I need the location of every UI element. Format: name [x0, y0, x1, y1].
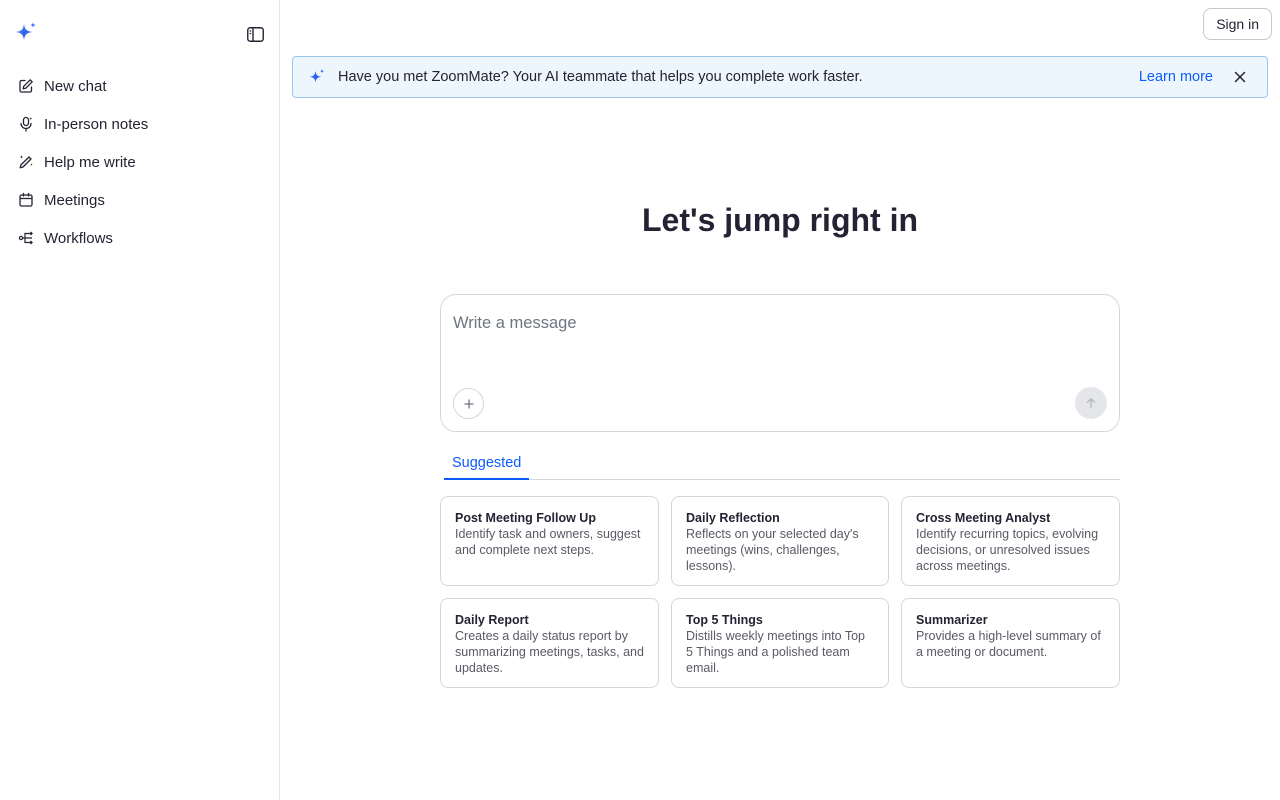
card-title: Daily Reflection — [686, 511, 780, 525]
pen-sparkle-icon — [18, 154, 34, 170]
arrow-up-icon — [1085, 397, 1097, 409]
sidebar-item-help-me-write[interactable]: Help me write — [0, 143, 279, 181]
sidebar-item-workflows[interactable]: Workflows — [0, 219, 279, 257]
sidebar-item-label: In-person notes — [44, 115, 149, 133]
sign-in-button[interactable]: Sign in — [1203, 8, 1272, 40]
suggestion-card-top-5-things[interactable]: Top 5 Things Distills weekly meetings in… — [671, 598, 889, 688]
suggestion-card-summarizer[interactable]: Summarizer Provides a high-level summary… — [901, 598, 1120, 688]
calendar-icon — [18, 192, 34, 208]
suggestion-card-cross-meeting-analyst[interactable]: Cross Meeting Analyst Identify recurring… — [901, 496, 1120, 586]
close-icon[interactable] — [1231, 68, 1249, 86]
add-attachment-button[interactable] — [453, 388, 484, 419]
learn-more-link[interactable]: Learn more — [1139, 69, 1213, 85]
sidebar: New chat In-person notes Help me write M… — [0, 0, 280, 800]
card-description: Identify recurring topics, evolving deci… — [916, 527, 1099, 573]
suggestion-cards: Post Meeting Follow Up Identify task and… — [440, 496, 1120, 688]
sidebar-item-in-person-notes[interactable]: In-person notes — [0, 105, 279, 143]
suggestion-tabs: Suggested — [444, 452, 1120, 480]
sparkle-icon — [308, 68, 326, 86]
edit-icon — [18, 78, 34, 94]
card-title: Cross Meeting Analyst — [916, 511, 1051, 525]
plus-icon — [463, 398, 474, 409]
tab-suggested[interactable]: Suggested — [444, 452, 530, 480]
sidebar-item-new-chat[interactable]: New chat — [0, 67, 279, 105]
card-description: Distills weekly meetings into Top 5 Thin… — [686, 629, 866, 675]
suggestion-card-daily-report[interactable]: Daily Report Creates a daily status repo… — [440, 598, 659, 688]
suggestion-card-post-meeting-follow-up[interactable]: Post Meeting Follow Up Identify task and… — [440, 496, 659, 586]
card-title: Daily Report — [455, 613, 529, 627]
zoom-ai-sparkle-icon[interactable] — [14, 21, 38, 45]
banner-message: Have you met ZoomMate? Your AI teammate … — [338, 69, 863, 85]
sidebar-item-meetings[interactable]: Meetings — [0, 181, 279, 219]
card-description: Identify task and owners, suggest and co… — [455, 527, 641, 557]
suggestion-card-daily-reflection[interactable]: Daily Reflection Reflects on your select… — [671, 496, 889, 586]
page-title: Let's jump right in — [641, 202, 919, 238]
message-composer — [440, 294, 1120, 432]
send-button[interactable] — [1075, 387, 1107, 419]
sidebar-item-label: Help me write — [44, 153, 136, 171]
sidebar-item-label: New chat — [44, 77, 107, 95]
card-title: Top 5 Things — [686, 613, 763, 627]
sidebar-item-label: Meetings — [44, 191, 105, 209]
main-content: Sign in Have you met ZoomMate? Your AI t… — [280, 0, 1280, 800]
card-description: Reflects on your selected day's meetings… — [686, 527, 859, 573]
microphone-icon — [18, 116, 34, 132]
card-title: Post Meeting Follow Up — [455, 511, 596, 525]
sidebar-nav: New chat In-person notes Help me write M… — [0, 67, 279, 257]
card-title: Summarizer — [916, 613, 988, 627]
workflow-icon — [18, 230, 34, 246]
app-root: New chat In-person notes Help me write M… — [0, 0, 1280, 800]
sidebar-item-label: Workflows — [44, 229, 113, 247]
message-input[interactable] — [453, 309, 1103, 337]
sidebar-toggle-icon[interactable] — [244, 24, 266, 44]
card-description: Creates a daily status report by summari… — [455, 629, 644, 675]
zoommate-banner: Have you met ZoomMate? Your AI teammate … — [292, 56, 1268, 98]
card-description: Provides a high-level summary of a meeti… — [916, 629, 1101, 659]
